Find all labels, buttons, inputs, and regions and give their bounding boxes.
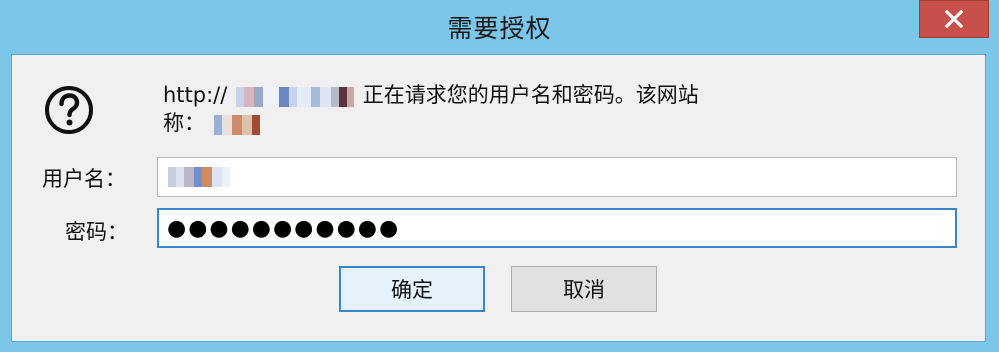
message-request-text: 正在请求您的用户名和密码。该网站	[362, 83, 699, 107]
redacted-host	[236, 86, 355, 107]
auth-message: http:// 正在请求您的用户名和密码。该网站 称：	[163, 81, 863, 137]
close-icon	[944, 10, 964, 28]
redacted-username	[168, 167, 230, 187]
redacted-realm	[213, 114, 260, 135]
dialog-title: 需要授权	[447, 14, 552, 43]
dialog-body: http:// 正在请求您的用户名和密码。该网站 称： 用户名： 密码： ●●●…	[11, 54, 986, 342]
question-circle-icon	[45, 86, 93, 134]
close-button[interactable]	[919, 0, 989, 38]
password-value: ●●●●●●●●●●●	[167, 215, 401, 241]
ok-button[interactable]: 确定	[339, 266, 485, 312]
username-label: 用户名：	[42, 167, 126, 191]
message-line-1: http:// 正在请求您的用户名和密码。该网站	[163, 81, 863, 109]
password-label: 密码：	[65, 220, 128, 244]
message-realm-label: 称：	[163, 111, 205, 135]
message-url-prefix: http://	[163, 83, 228, 107]
password-input[interactable]: ●●●●●●●●●●●	[157, 208, 957, 248]
title-bar[interactable]: 需要授权	[0, 0, 999, 54]
message-line-2: 称：	[163, 109, 863, 137]
cancel-button[interactable]: 取消	[511, 266, 657, 312]
auth-dialog: 需要授权 http:// 正在请求您的用户名和密码。该网站 称： 用户名： 密码…	[0, 0, 999, 352]
username-input[interactable]	[157, 157, 957, 197]
